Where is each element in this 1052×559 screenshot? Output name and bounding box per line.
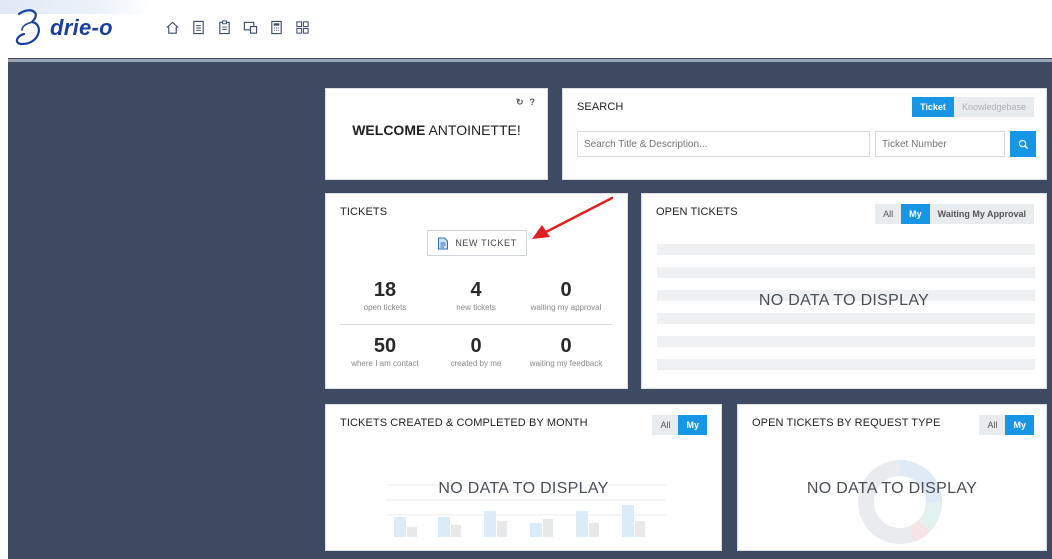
filter-my[interactable]: My [678, 415, 707, 435]
placeholder-row [657, 244, 1035, 255]
filter-all[interactable]: All [652, 415, 679, 435]
filter-my[interactable]: My [901, 204, 930, 224]
search-input[interactable] [577, 131, 870, 157]
placeholder-row [657, 267, 1035, 278]
new-ticket-icon [438, 237, 449, 249]
tab-ticket[interactable]: Ticket [912, 97, 954, 117]
new-ticket-label: NEW TICKET [455, 238, 517, 248]
tab-knowledgebase[interactable]: Knowledgebase [953, 97, 1034, 117]
stat-label: created by me [450, 359, 502, 368]
placeholder-row [657, 336, 1035, 347]
top-bar: drie-o [0, 0, 1052, 58]
help-icon[interactable]: ? [530, 97, 536, 108]
open-tickets-title: OPEN TICKETS [656, 206, 738, 218]
logo-mark-icon [15, 9, 40, 46]
stats-divider [340, 324, 612, 325]
stat-waiting-feedback[interactable]: 0 waiting my feedback [518, 335, 614, 368]
refresh-icon[interactable]: ↻ [516, 97, 524, 108]
search-button[interactable] [1010, 131, 1036, 157]
request-type-filter: All My [979, 415, 1034, 435]
monthly-chart-card: TICKETS CREATED & COMPLETED BY MONTH All… [325, 404, 722, 551]
search-card: SEARCH Ticket Knowledgebase [562, 88, 1047, 180]
annotation-arrow-icon [532, 196, 614, 239]
stat-new-tickets[interactable]: 4 new tickets [428, 279, 524, 312]
search-scope-toggle: Ticket Knowledgebase [912, 97, 1034, 117]
app-name: drie-o [50, 15, 113, 40]
monthly-empty: NO DATA TO DISPLAY [438, 480, 609, 497]
filter-all[interactable]: All [979, 415, 1006, 435]
request-type-empty: NO DATA TO DISPLAY [806, 480, 978, 497]
ticket-number-input[interactable] [875, 131, 1005, 157]
welcome-tools: ↻ ? [516, 97, 535, 108]
filter-waiting-approval[interactable]: Waiting My Approval [929, 204, 1034, 224]
open-tickets-filter: All My Waiting My Approval [875, 204, 1034, 224]
stat-label: waiting my feedback [529, 359, 603, 368]
open-tickets-empty: NO DATA TO DISPLAY [758, 292, 930, 309]
stat-label: waiting my approval [530, 303, 602, 312]
stat-where-contact[interactable]: 50 where I am contact [337, 335, 433, 368]
search-title: SEARCH [577, 101, 624, 113]
stat-open-tickets[interactable]: 18 open tickets [337, 279, 433, 312]
open-tickets-card: OPEN TICKETS All My Waiting My Approval … [641, 193, 1047, 389]
request-type-title: OPEN TICKETS BY REQUEST TYPE [752, 417, 941, 429]
placeholder-donut [858, 460, 942, 544]
new-ticket-button[interactable]: NEW TICKET [427, 230, 527, 256]
stat-label: open tickets [363, 303, 407, 312]
stat-label: new tickets [456, 303, 496, 312]
stat-value: 4 [470, 279, 482, 301]
stat-label: where I am contact [351, 359, 419, 368]
placeholder-row [657, 359, 1035, 370]
filter-all[interactable]: All [875, 204, 902, 224]
welcome-message: WELCOME ANTOINETTE! [326, 122, 547, 138]
document-icon[interactable] [191, 20, 206, 35]
home-icon[interactable] [165, 20, 180, 35]
grid-icon[interactable] [295, 20, 310, 35]
placeholder-row [657, 313, 1035, 324]
stat-waiting-approval[interactable]: 0 waiting my approval [518, 279, 614, 312]
sidebar [8, 62, 320, 559]
clipboard-icon[interactable] [217, 20, 232, 35]
stat-value: 50 [373, 335, 397, 357]
app-logo[interactable]: drie-o [10, 4, 113, 52]
stat-value: 0 [470, 335, 482, 357]
filter-my[interactable]: My [1005, 415, 1034, 435]
tickets-title: TICKETS [340, 206, 388, 218]
top-nav [165, 20, 310, 35]
welcome-greeting: WELCOME [352, 122, 426, 138]
screens-icon[interactable] [243, 20, 258, 35]
search-icon [1018, 139, 1028, 149]
page-margin [0, 58, 8, 559]
monthly-title: TICKETS CREATED & COMPLETED BY MONTH [340, 417, 588, 429]
request-type-card: OPEN TICKETS BY REQUEST TYPE All My NO D… [737, 404, 1047, 551]
stat-value: 0 [560, 279, 572, 301]
stat-value: 0 [560, 335, 572, 357]
calculator-icon[interactable] [269, 20, 284, 35]
welcome-user: ANTOINETTE! [425, 122, 521, 138]
welcome-card: ↻ ? WELCOME ANTOINETTE! [325, 88, 548, 180]
stat-value: 18 [373, 279, 397, 301]
monthly-filter: All My [652, 415, 707, 435]
stat-created-by-me[interactable]: 0 created by me [428, 335, 524, 368]
